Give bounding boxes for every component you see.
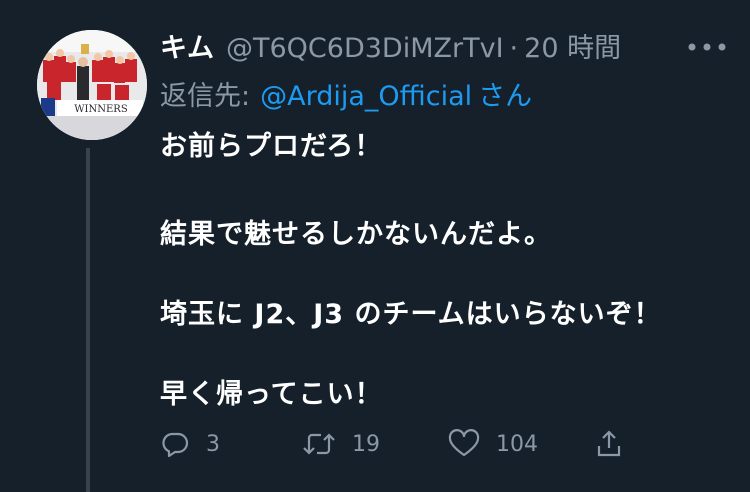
- retweet-icon: [303, 433, 335, 455]
- tweet-text-line: 埼玉に J2、J3 のチームはいらないぞ！: [160, 299, 662, 330]
- heart-icon: [448, 429, 480, 457]
- share-button[interactable]: [594, 424, 624, 464]
- more-options-button[interactable]: [682, 30, 732, 64]
- tweet-text-line: お前らプロだろ！: [160, 131, 383, 162]
- thread-line: [86, 148, 90, 492]
- more-icon: [688, 43, 726, 51]
- avatar-banner-text: WINNERS: [74, 104, 128, 115]
- retweet-count: 19: [352, 431, 380, 457]
- display-name[interactable]: キム: [160, 26, 214, 65]
- tweet-text-line: 早く帰ってこい！: [160, 379, 383, 410]
- like-count: 104: [496, 431, 538, 457]
- reply-to-label: 返信先:: [160, 81, 251, 112]
- reply-button[interactable]: 3: [160, 424, 220, 464]
- avatar[interactable]: WINNERS: [37, 30, 147, 140]
- tweet: WINNERS キム @T6QC6D3DiMZrTvI · 20 時間 返信先:…: [0, 0, 750, 492]
- reply-to-line: 返信先: @Ardija_Official さん: [160, 74, 532, 113]
- reply-count: 3: [206, 431, 220, 457]
- avatar-image: WINNERS: [37, 30, 147, 140]
- tweet-actions: 3 19 104: [160, 424, 640, 464]
- reply-to-suffix: さん: [478, 81, 533, 112]
- user-handle[interactable]: @T6QC6D3DiMZrTvI: [226, 33, 504, 64]
- reply-to-mention[interactable]: @Ardija_Official: [260, 81, 472, 112]
- share-icon: [597, 430, 621, 457]
- separator-dot: ·: [509, 33, 519, 64]
- retweet-button[interactable]: 19: [302, 424, 380, 464]
- tweet-text-line: 結果で魅せるしかないんだよ。: [160, 219, 552, 250]
- tweet-header: キム @T6QC6D3DiMZrTvI · 20 時間: [160, 26, 740, 66]
- reply-icon: [162, 432, 189, 458]
- timestamp[interactable]: 20 時間: [524, 26, 621, 65]
- like-button[interactable]: 104: [448, 424, 538, 464]
